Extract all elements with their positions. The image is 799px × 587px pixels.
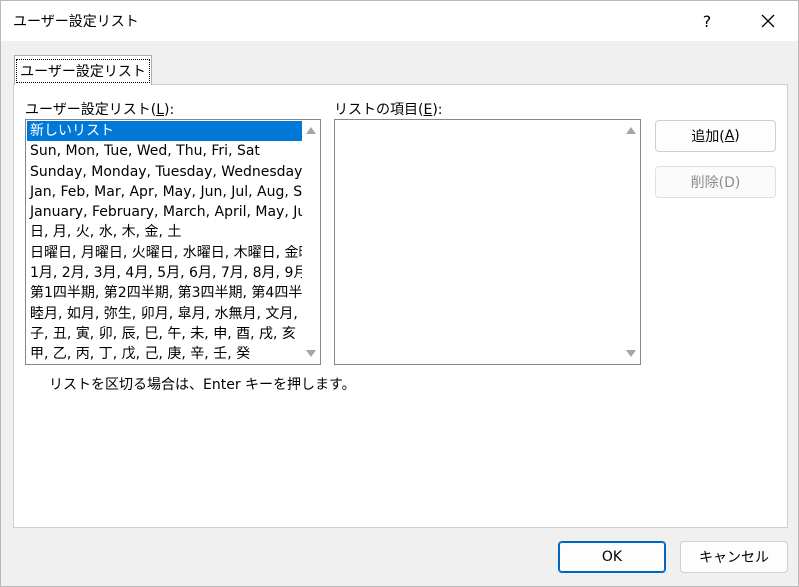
close-icon <box>761 14 775 28</box>
title-bar: ユーザー設定リスト ? <box>1 1 798 41</box>
list-entries-label: リストの項目(E): <box>334 102 443 118</box>
list-item[interactable]: 1月, 2月, 3月, 4月, 5月, 6月, 7月, 8月, 9月, 10月,… <box>27 263 302 283</box>
list-item[interactable]: 睦月, 如月, 弥生, 卯月, 皐月, 水無月, 文月, 葉月, 長月, 神無月… <box>27 304 302 324</box>
ok-button[interactable]: OK <box>558 541 666 573</box>
list-item[interactable]: January, February, March, April, May, Ju… <box>27 202 302 222</box>
add-button[interactable]: 追加(A) <box>655 120 776 152</box>
custom-lists-scrollbar[interactable] <box>302 121 319 363</box>
tab-custom-lists[interactable]: ユーザー設定リスト <box>14 55 152 85</box>
tab-label: ユーザー設定リスト <box>16 58 150 83</box>
delete-button[interactable]: 削除(D) <box>655 166 776 198</box>
list-item[interactable]: 新しいリスト <box>27 121 302 142</box>
custom-lists-listbox[interactable]: 新しいリスト Sun, Mon, Tue, Wed, Thu, Fri, Sat S… <box>25 119 321 365</box>
list-item[interactable]: 日, 月, 火, 水, 木, 金, 土 <box>27 222 302 242</box>
hint-text: リストを区切る場合は、Enter キーを押します。 <box>49 377 356 393</box>
list-item[interactable]: Sun, Mon, Tue, Wed, Thu, Fri, Sat <box>27 141 302 161</box>
list-item[interactable]: Sunday, Monday, Tuesday, Wednesday, Thur… <box>27 162 302 182</box>
help-icon: ? <box>702 11 712 31</box>
scroll-up-icon[interactable] <box>626 127 636 134</box>
scroll-down-icon[interactable] <box>306 350 316 357</box>
scroll-up-icon[interactable] <box>306 127 316 134</box>
list-entries-textbox[interactable] <box>334 119 641 365</box>
list-item[interactable]: 日曜日, 月曜日, 火曜日, 水曜日, 木曜日, 金曜日, 土曜日 <box>27 243 302 263</box>
close-button[interactable] <box>745 1 791 41</box>
scroll-down-icon[interactable] <box>626 350 636 357</box>
window-title: ユーザー設定リスト <box>13 14 139 30</box>
list-item[interactable]: Jan, Feb, Mar, Apr, May, Jun, Jul, Aug, … <box>27 182 302 202</box>
list-item[interactable]: 子, 丑, 寅, 卯, 辰, 巳, 午, 未, 申, 酉, 戌, 亥 <box>27 324 302 344</box>
help-button[interactable]: ? <box>684 1 730 41</box>
custom-lists-dialog: ユーザー設定リスト ? ユーザー設定リスト ユーザー設定リスト(L): 新しいリ… <box>0 0 799 587</box>
cancel-button[interactable]: キャンセル <box>680 541 788 573</box>
list-item[interactable]: 甲, 乙, 丙, 丁, 戊, 己, 庚, 辛, 壬, 癸 <box>27 344 302 363</box>
custom-lists-items: 新しいリスト Sun, Mon, Tue, Wed, Thu, Fri, Sat S… <box>27 121 302 363</box>
list-entries-scrollbar[interactable] <box>622 121 639 363</box>
custom-lists-label: ユーザー設定リスト(L): <box>25 102 175 118</box>
list-item[interactable]: 第1四半期, 第2四半期, 第3四半期, 第4四半期 <box>27 283 302 303</box>
